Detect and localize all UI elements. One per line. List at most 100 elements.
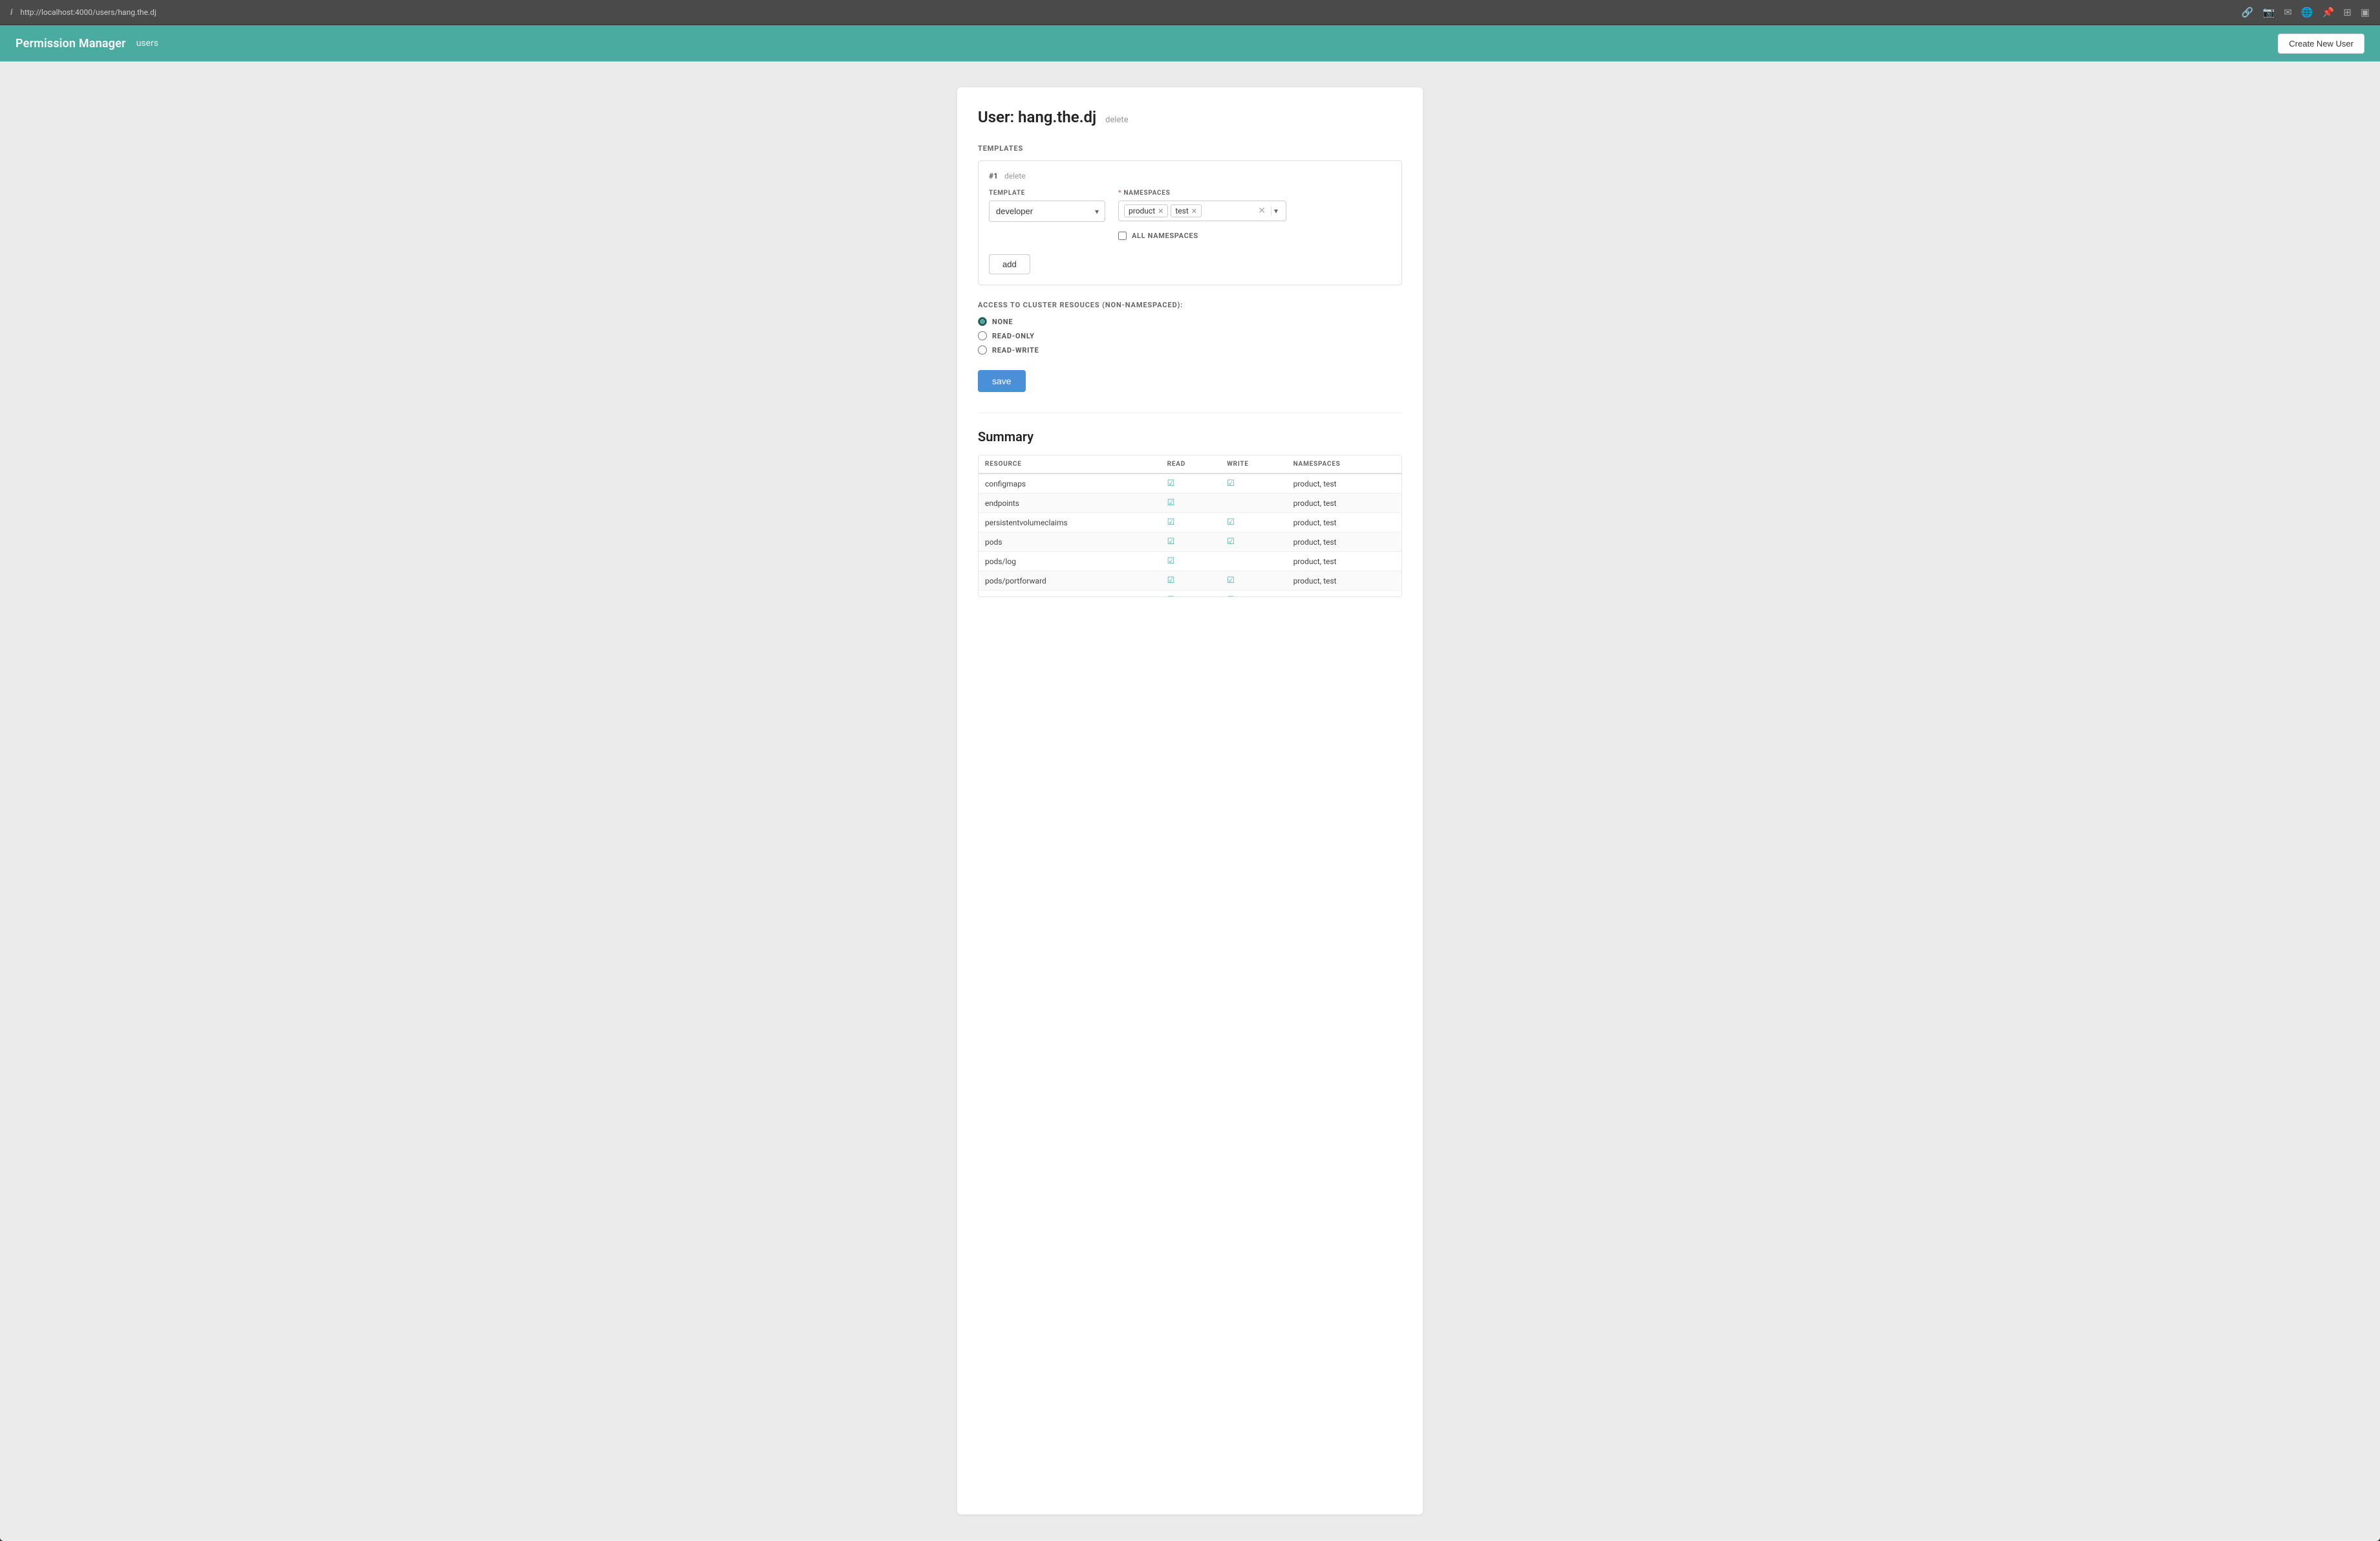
cell-write: ☑	[1220, 474, 1287, 494]
cell-read: ☑	[1161, 552, 1220, 571]
table-header-row: RESOURCE READ WRITE NAMESPACES	[979, 455, 1401, 474]
radio-read-write-label: READ-WRITE	[992, 346, 1039, 355]
cell-namespaces: product, test	[1287, 494, 1401, 513]
table-row: configmaps ☑ ☑ product, test	[979, 474, 1401, 494]
cell-resource: pods/log	[979, 552, 1161, 571]
namespaces-field-label: NAMESPACES	[1118, 190, 1286, 197]
cell-resource: pods	[979, 532, 1161, 552]
access-section: ACCESS TO CLUSTER RESOUCES (NON-NAMESPAC…	[978, 301, 1402, 355]
user-title: User: hang.the.dj	[978, 108, 1096, 126]
link-icon[interactable]: 🔗	[2242, 6, 2254, 18]
cell-namespaces: product, test	[1287, 513, 1401, 532]
mail-icon[interactable]: ✉	[2284, 6, 2292, 18]
namespace-tag-product-remove[interactable]: ✕	[1158, 208, 1163, 215]
radio-none[interactable]	[978, 317, 987, 326]
template-fields-row: TEMPLATE developer admin read-only ▾	[989, 190, 1391, 240]
radio-option-read-write[interactable]: READ-WRITE	[978, 345, 1402, 355]
check-write-icon: ☑	[1227, 595, 1235, 597]
cell-read: ☑	[1161, 513, 1220, 532]
check-write-icon: ☑	[1227, 479, 1235, 488]
table-row: pods☑☑product, test	[979, 532, 1401, 552]
template-item-number: #1	[989, 171, 998, 180]
cell-write: ☑	[1220, 591, 1287, 598]
namespace-input-box[interactable]: product ✕ test ✕ ✕ ▾	[1118, 201, 1286, 221]
window-icon[interactable]: ▣	[2361, 6, 2370, 18]
radio-read-write[interactable]	[978, 345, 987, 355]
col-namespaces: NAMESPACES	[1287, 455, 1401, 474]
radio-option-none[interactable]: NONE	[978, 317, 1402, 326]
col-write: WRITE	[1220, 455, 1287, 474]
check-write-icon: ☑	[1227, 537, 1235, 547]
cell-read: ☑	[1161, 494, 1220, 513]
table-row: endpoints ☑ product, test	[979, 494, 1401, 513]
cell-resource: persistentvolumeclaims	[979, 513, 1161, 532]
all-namespaces-checkbox[interactable]	[1118, 232, 1127, 240]
check-write-icon: ☑	[1227, 518, 1235, 527]
check-read-icon: ☑	[1167, 595, 1175, 597]
table-row: persistentvolumeclaims☑☑product, test	[979, 513, 1401, 532]
radio-option-read-only[interactable]: READ-ONLY	[978, 331, 1402, 340]
info-icon: i	[10, 8, 12, 17]
browser-chrome: i http://localhost:4000/users/hang.the.d…	[0, 0, 2380, 25]
navbar-left: Permission Manager users	[16, 37, 158, 50]
cell-resource: endpoints	[979, 494, 1161, 513]
table-row: pods/log☑product, test	[979, 552, 1401, 571]
all-namespaces-label: ALL NAMESPACES	[1132, 232, 1198, 240]
check-write-icon: ☑	[1227, 576, 1235, 585]
globe-icon[interactable]: 🌐	[2301, 6, 2313, 18]
cell-namespaces: product, test	[1287, 571, 1401, 591]
col-read: READ	[1161, 455, 1220, 474]
namespace-dropdown-button[interactable]: ▾	[1271, 206, 1281, 215]
save-button[interactable]: save	[978, 370, 1026, 392]
app-brand: Permission Manager	[16, 37, 126, 50]
radio-read-only[interactable]	[978, 331, 987, 340]
browser-url: http://localhost:4000/users/hang.the.dj	[20, 8, 2234, 17]
extension-icon[interactable]: ⊞	[2343, 6, 2352, 18]
namespace-tag-product-label: product	[1129, 206, 1155, 215]
check-read-icon: ☑	[1167, 576, 1175, 585]
camera-icon[interactable]: 📷	[2263, 6, 2275, 18]
user-title-row: User: hang.the.dj delete	[978, 108, 1402, 126]
check-read-icon: ☑	[1167, 556, 1175, 566]
cell-resource: configmaps	[979, 474, 1161, 494]
cell-write	[1220, 552, 1287, 571]
cell-write	[1220, 494, 1287, 513]
summary-table-wrapper[interactable]: RESOURCE READ WRITE NAMESPACES configmap…	[978, 455, 1402, 597]
cell-write: ☑	[1220, 532, 1287, 552]
templates-box: #1 delete TEMPLATE developer admin read-…	[978, 160, 1402, 285]
template-item-delete-link[interactable]: delete	[1004, 171, 1026, 180]
check-read-icon: ☑	[1167, 498, 1175, 508]
summary-table: RESOURCE READ WRITE NAMESPACES configmap…	[979, 455, 1401, 597]
cell-resource: pods/portforward	[979, 571, 1161, 591]
pin-icon[interactable]: 📌	[2322, 6, 2335, 18]
create-new-user-button[interactable]: Create New User	[2278, 34, 2364, 54]
cell-write: ☑	[1220, 571, 1287, 591]
check-read-icon: ☑	[1167, 479, 1175, 488]
cell-read: ☑	[1161, 571, 1220, 591]
cell-namespaces: product, test	[1287, 474, 1401, 494]
table-row: podtemplates☑☑product, test	[979, 591, 1401, 598]
template-field-label: TEMPLATE	[989, 190, 1105, 197]
namespaces-field-group: NAMESPACES product ✕ test ✕ ✕ ▾	[1118, 190, 1286, 240]
add-template-button[interactable]: add	[989, 254, 1030, 274]
cell-write: ☑	[1220, 513, 1287, 532]
col-resource: RESOURCE	[979, 455, 1161, 474]
user-card: User: hang.the.dj delete TEMPLATES #1 de…	[957, 87, 1423, 1514]
cell-read: ☑	[1161, 532, 1220, 552]
cell-read: ☑	[1161, 474, 1220, 494]
template-field-group: TEMPLATE developer admin read-only ▾	[989, 190, 1105, 222]
namespace-tag-product: product ✕	[1124, 204, 1168, 217]
template-select[interactable]: developer admin read-only	[989, 201, 1105, 222]
namespace-tag-test-label: test	[1175, 206, 1188, 215]
user-delete-link[interactable]: delete	[1105, 115, 1128, 125]
namespace-clear-button[interactable]: ✕	[1255, 206, 1268, 216]
template-select-wrapper: developer admin read-only ▾	[989, 201, 1105, 222]
cell-resource: podtemplates	[979, 591, 1161, 598]
access-radio-group: NONE READ-ONLY READ-WRITE	[978, 317, 1402, 355]
table-row: pods/portforward ☑ ☑ product, test	[979, 571, 1401, 591]
namespace-tag-test-remove[interactable]: ✕	[1191, 208, 1197, 215]
summary-title: Summary	[978, 429, 1402, 444]
browser-toolbar-icons: 🔗 📷 ✉ 🌐 📌 ⊞ ▣	[2242, 6, 2370, 18]
app-window: Permission Manager users Create New User…	[0, 25, 2380, 1541]
namespace-tag-test: test ✕	[1171, 204, 1202, 217]
